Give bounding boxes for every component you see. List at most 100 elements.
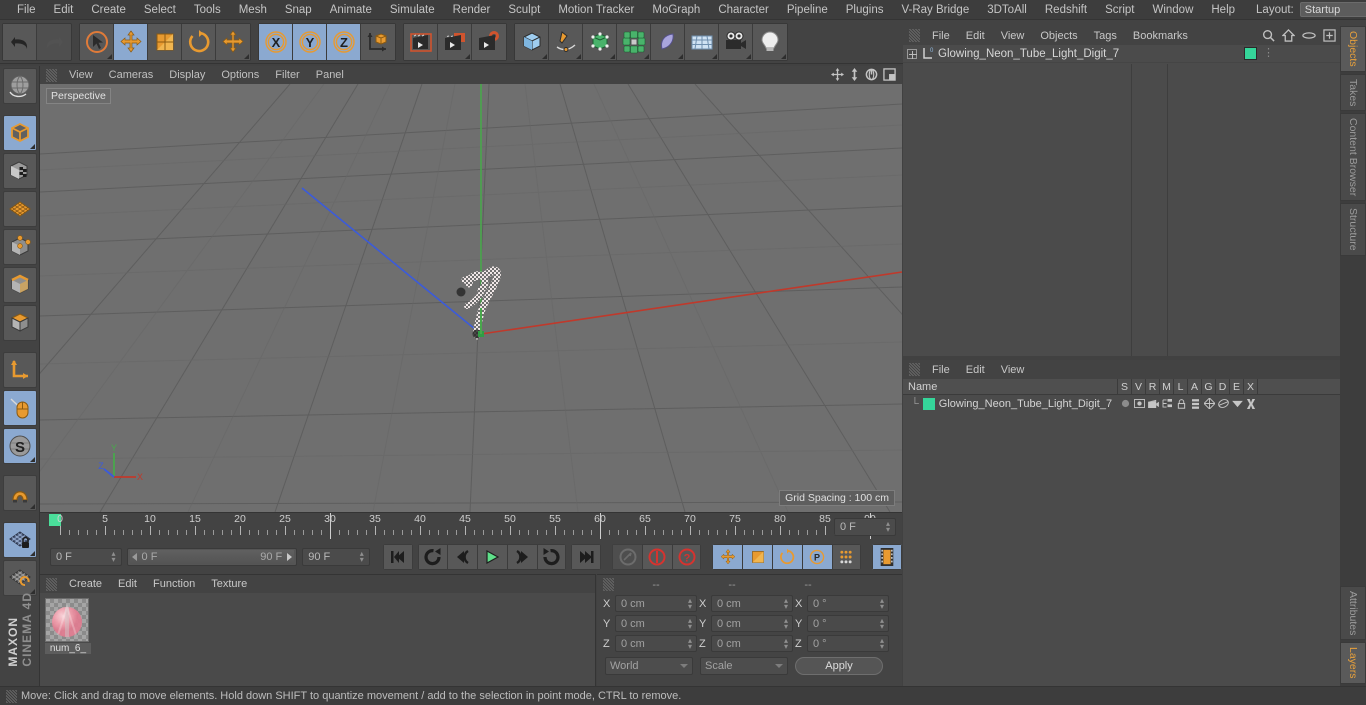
viewport-menu-cameras[interactable]: Cameras — [101, 69, 162, 81]
menu-select[interactable]: Select — [135, 0, 185, 20]
layer-list[interactable]: Name S V R M L A G D E X └ Glowing_Neon_Tube_Light… — [903, 379, 1340, 686]
live-selection-tool[interactable] — [3, 68, 37, 104]
layer-manager-cell[interactable] — [1160, 399, 1174, 408]
layer-solo-cell[interactable] — [1118, 399, 1132, 408]
layer-column-x[interactable]: X — [1244, 379, 1258, 394]
viewport-3d-canvas[interactable]: Perspective Grid Spacing : 100 cm Y X Z — [40, 84, 902, 512]
snap-s-button[interactable]: S — [3, 428, 37, 464]
add-cube-button[interactable] — [515, 23, 549, 60]
lock-y-axis[interactable]: Y — [293, 23, 327, 60]
redo-button[interactable] — [37, 23, 71, 60]
step-back-button[interactable] — [447, 544, 478, 570]
material-menu-function[interactable]: Function — [145, 578, 203, 590]
menu-edit[interactable]: Edit — [45, 0, 83, 20]
render-settings-button[interactable] — [472, 23, 506, 60]
dolly-icon[interactable] — [849, 68, 860, 81]
add-camera-button[interactable] — [719, 23, 753, 60]
record-active-objects-button[interactable] — [612, 544, 642, 570]
layer-deformer-cell[interactable] — [1216, 398, 1230, 409]
layer-column-l[interactable]: L — [1174, 379, 1188, 394]
menu-mograph[interactable]: MoGraph — [643, 0, 709, 20]
viewport-menu-options[interactable]: Options — [213, 69, 267, 81]
point-mode-button[interactable] — [3, 229, 37, 265]
vtab-content-browser[interactable]: Content Browser — [1340, 113, 1366, 202]
go-to-end-button[interactable] — [571, 544, 602, 570]
pla-key-button[interactable]: P — [801, 544, 832, 570]
preview-range-bar[interactable]: 0 F 90 F — [126, 548, 298, 566]
object-list[interactable]: 0 Glowing_Neon_Tube_Light_Digit_7 ⋮ — [903, 45, 1340, 356]
stepper-icon[interactable]: ▴ ▾ — [782, 596, 790, 610]
material-menu-edit[interactable]: Edit — [110, 578, 145, 590]
autokeying-button[interactable] — [641, 544, 672, 570]
menu-motion-tracker[interactable]: Motion Tracker — [549, 0, 643, 20]
object-menu-bookmarks[interactable]: Bookmarks — [1125, 30, 1196, 42]
render-view-button[interactable] — [404, 23, 438, 60]
undo-button[interactable] — [3, 23, 37, 60]
layer-color-swatch[interactable] — [922, 397, 935, 410]
panel-grip-icon[interactable] — [6, 689, 17, 703]
home-icon[interactable] — [1282, 29, 1295, 42]
rotate-tool[interactable] — [182, 23, 216, 60]
material-menu-create[interactable]: Create — [61, 578, 110, 590]
layer-column-s[interactable]: S — [1118, 379, 1132, 394]
stepper-icon[interactable]: ▴ ▾ — [686, 636, 694, 650]
menu-tools[interactable]: Tools — [185, 0, 230, 20]
plus-box-icon[interactable] — [1323, 29, 1336, 42]
range-start-handle-icon[interactable] — [131, 553, 139, 561]
play-button[interactable] — [477, 544, 507, 570]
object-menu-objects[interactable]: Objects — [1032, 30, 1085, 42]
stepper-icon[interactable]: ▴ ▾ — [878, 616, 886, 630]
menu-create[interactable]: Create — [82, 0, 135, 20]
menu-simulate[interactable]: Simulate — [381, 0, 444, 20]
panel-grip-icon[interactable] — [46, 577, 57, 591]
rotation-field-y[interactable]: 0 ° ▴ ▾ — [807, 615, 889, 632]
expand-toggle-icon[interactable] — [907, 48, 917, 59]
vtab-layers[interactable]: Layers — [1340, 642, 1366, 684]
layer-xpresso-cell[interactable] — [1244, 398, 1258, 409]
add-spline-button[interactable] — [549, 23, 583, 60]
lock-x-axis[interactable]: X — [259, 23, 293, 60]
vtab-objects[interactable]: Objects — [1340, 26, 1366, 72]
add-mograph-button[interactable] — [617, 23, 651, 60]
layer-menu-view[interactable]: View — [993, 364, 1033, 376]
layer-row[interactable]: └ Glowing_Neon_Tube_Light_Digit_7 — [903, 395, 1340, 412]
panel-grip-icon[interactable] — [909, 363, 920, 376]
rotation-field-z[interactable]: 0 ° ▴ ▾ — [807, 635, 889, 652]
texture-mode-button[interactable] — [3, 153, 37, 189]
add-deformer-button[interactable] — [651, 23, 685, 60]
menu-pipeline[interactable]: Pipeline — [778, 0, 837, 20]
add-light-button[interactable] — [753, 23, 787, 60]
layer-column-r[interactable]: R — [1146, 379, 1160, 394]
render-to-picture-viewer-button[interactable] — [438, 23, 472, 60]
vtab-takes[interactable]: Takes — [1340, 73, 1366, 112]
menu-snap[interactable]: Snap — [276, 0, 321, 20]
step-forward-button[interactable] — [506, 544, 537, 570]
layer-visible-cell[interactable] — [1132, 399, 1146, 408]
end-frame-field[interactable]: 90 F ▴ ▾ — [302, 548, 370, 566]
coordinate-system-dropdown[interactable]: World — [605, 657, 693, 675]
material-menu-texture[interactable]: Texture — [203, 578, 255, 590]
panel-grip-icon[interactable] — [603, 578, 614, 591]
lock-z-axis[interactable]: Z — [327, 23, 361, 60]
position-key-button[interactable] — [712, 544, 743, 570]
layer-column-e[interactable]: E — [1230, 379, 1244, 394]
menu-help[interactable]: Help — [1202, 0, 1244, 20]
stepper-icon[interactable]: ▴ ▾ — [782, 636, 790, 650]
timeline-right-frame-field[interactable]: 0 F ▴ ▾ — [834, 518, 896, 536]
rotation-field-x[interactable]: 0 ° ▴ ▾ — [807, 595, 889, 612]
add-scene-object-button[interactable] — [685, 23, 719, 60]
pan-icon[interactable] — [831, 68, 844, 81]
object-menu-file[interactable]: File — [924, 30, 958, 42]
timeline-filmstrip-button[interactable] — [872, 544, 903, 570]
viewport-menu-view[interactable]: View — [61, 69, 101, 81]
size-mode-dropdown[interactable]: Scale — [700, 657, 788, 675]
apply-button[interactable]: Apply — [795, 657, 883, 675]
layer-generator-cell[interactable] — [1202, 398, 1216, 409]
menu-v-ray-bridge[interactable]: V-Ray Bridge — [892, 0, 978, 20]
layout-dropdown[interactable]: Startup — [1299, 2, 1366, 17]
current-frame-field[interactable]: 0 F ▴ ▾ — [50, 548, 122, 566]
material-list[interactable]: num_6_ — [40, 593, 595, 686]
layer-column-d[interactable]: D — [1216, 379, 1230, 394]
layer-column-v[interactable]: V — [1132, 379, 1146, 394]
ellipse-icon[interactable] — [1302, 29, 1316, 42]
